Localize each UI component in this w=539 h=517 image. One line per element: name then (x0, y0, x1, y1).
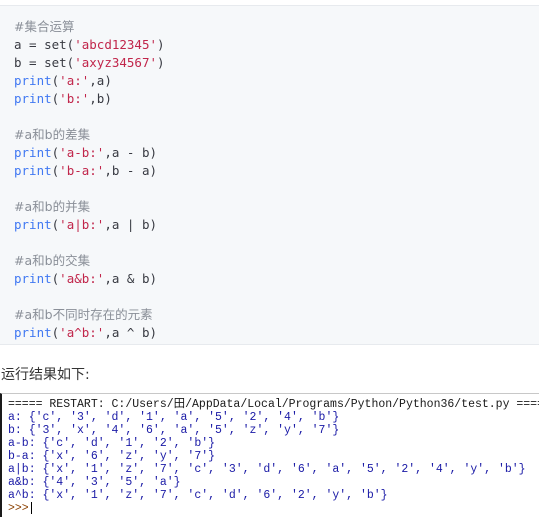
output-line: a|b: {'x', '1', 'z', '7', 'c', '3', 'd',… (8, 463, 526, 476)
code-line: print('a^b:',a ^ b) (14, 325, 158, 340)
code-line: #a和b的交集 (14, 253, 91, 268)
output-line: b-a: {'x', '6', 'z', 'y', '7'} (8, 450, 216, 463)
code-line: print('a:',a) (14, 73, 112, 88)
output-line: b: {'3', 'x', '4', '6', 'a', '5', 'z', '… (8, 424, 340, 437)
code-line: print('a&b:',a & b) (14, 271, 158, 286)
shell-prompt-line[interactable]: >>> (8, 502, 32, 515)
code-block: #集合运算 a = set('abcd12345') b = set('axyz… (0, 5, 539, 345)
output-line: a-b: {'c', 'd', '1', '2', 'b'} (8, 437, 216, 450)
code-line: print('a-b:',a - b) (14, 145, 158, 160)
restart-line: ===== RESTART: C:/Users/田/AppData/Local/… (8, 398, 539, 411)
result-label: 运行结果如下: (1, 367, 90, 383)
code-line: #a和b的并集 (14, 199, 91, 214)
shell-prompt: >>> (8, 502, 29, 516)
python-shell-output[interactable]: ===== RESTART: C:/Users/田/AppData/Local/… (0, 393, 539, 517)
code-line: print('b:',b) (14, 91, 112, 106)
output-line: a&b: {'4', '3', '5', 'a'} (8, 476, 181, 489)
code-line: b = set('axyz34567') (14, 55, 165, 70)
code-line: print('a|b:',a | b) (14, 217, 158, 232)
output-line: a^b: {'x', '1', 'z', '7', 'c', 'd', '6',… (8, 489, 388, 502)
code-line: a = set('abcd12345') (14, 37, 165, 52)
code-line: print('b-a:',b - a) (14, 163, 158, 178)
code-line: #a和b不同时存在的元素 (14, 307, 153, 322)
code-line: #a和b的差集 (14, 127, 91, 142)
output-line: a: {'c', '3', 'd', '1', 'a', '5', '2', '… (8, 411, 340, 424)
code-line: #集合运算 (14, 19, 75, 34)
text-cursor (30, 502, 32, 514)
